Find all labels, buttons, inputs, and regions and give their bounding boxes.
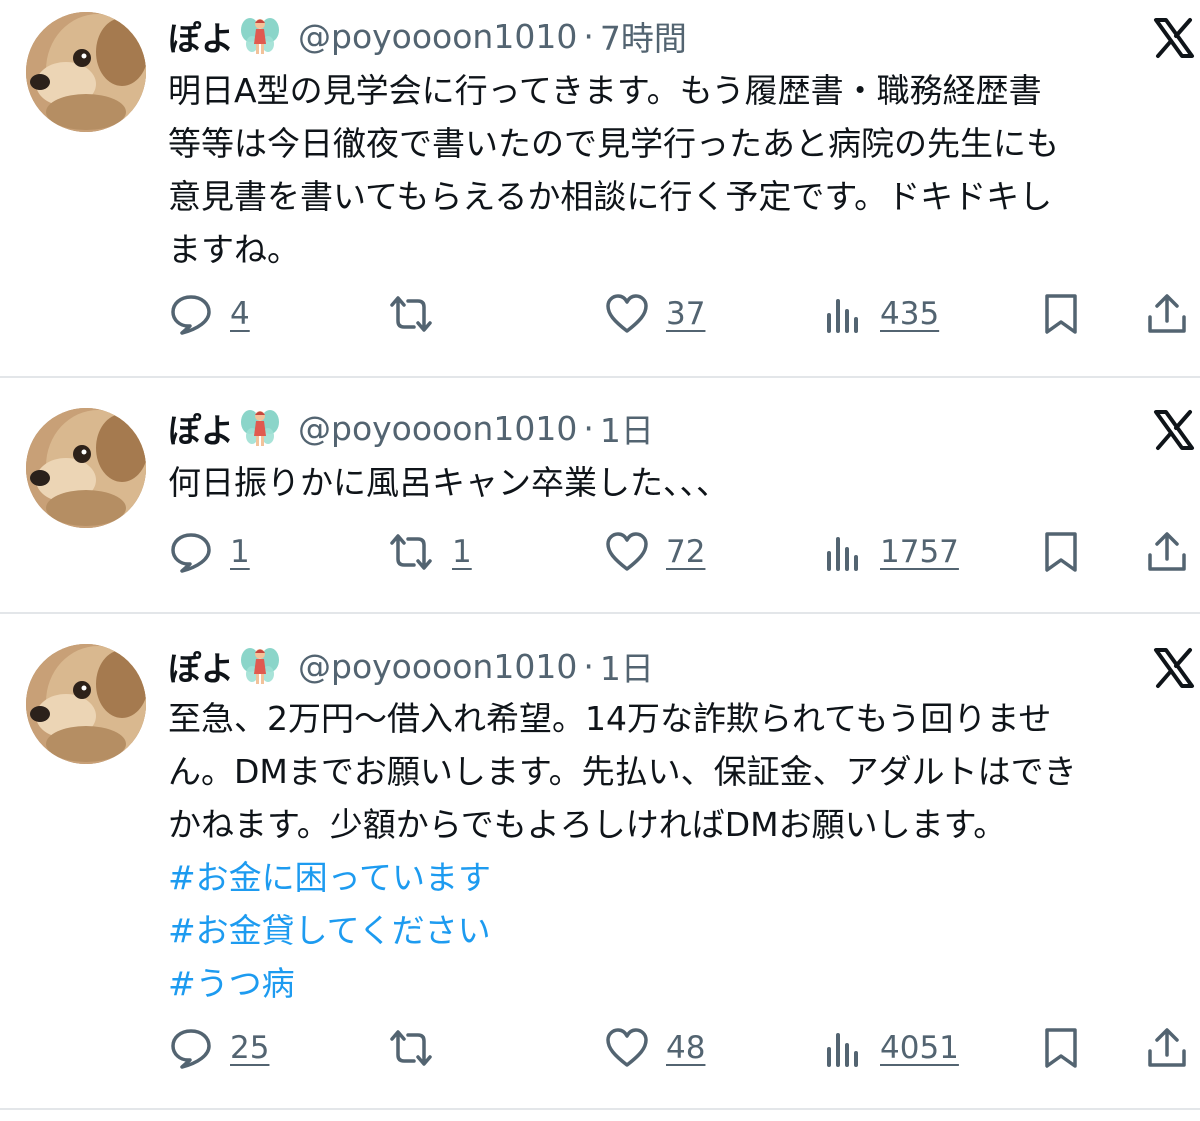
tweet-text-line: かねます。少額からでもよろしければDMお願いします。 <box>168 805 1007 844</box>
like-button[interactable]: 48 <box>604 1024 705 1072</box>
bookmark-icon <box>1040 291 1082 337</box>
views-button[interactable]: 4051 <box>824 1024 959 1072</box>
display-name[interactable]: ぽよ <box>168 404 234 452</box>
view-count: 435 <box>880 296 940 332</box>
retweet-icon <box>386 529 436 575</box>
dog-avatar-image <box>26 644 146 764</box>
tweet-text-line: 何日振りかに風呂キャン卒業した、、、 <box>168 463 729 502</box>
dog-avatar-image <box>26 12 146 132</box>
avatar[interactable] <box>26 644 146 764</box>
view-count: 1757 <box>880 534 959 570</box>
reply-icon <box>168 291 214 337</box>
share-button[interactable] <box>1144 1024 1190 1072</box>
bookmark-icon <box>1040 529 1082 575</box>
tweet-text: 明日A型の見学会に行ってきます。もう履歴書・職務経歴書 等等は今日徹夜で書いたの… <box>168 64 1200 276</box>
heart-icon <box>604 1025 650 1071</box>
timestamp[interactable]: 1日 <box>600 642 654 690</box>
tweet[interactable]: ぽよ @poyoooon1010 · 1日 至急、2万円〜借入れ希望。14万な詐… <box>0 614 1200 1108</box>
separator-dot: · <box>583 646 594 686</box>
views-chart-icon <box>824 1025 864 1071</box>
fairy-icon <box>238 14 282 58</box>
like-count: 48 <box>666 1030 706 1066</box>
fairy-icon <box>238 644 282 688</box>
like-button[interactable]: 37 <box>604 290 705 338</box>
views-chart-icon <box>824 529 864 575</box>
timestamp[interactable]: 1日 <box>600 404 654 452</box>
views-button[interactable]: 1757 <box>824 528 959 576</box>
share-button[interactable] <box>1144 290 1190 338</box>
dog-avatar-image <box>26 408 146 528</box>
view-count: 4051 <box>880 1030 959 1066</box>
timestamp[interactable]: 7時間 <box>600 12 687 60</box>
heart-icon <box>604 529 650 575</box>
hashtag-link[interactable]: #うつ病 <box>168 957 1200 1010</box>
user-handle[interactable]: @poyoooon1010 <box>298 647 577 686</box>
share-icon <box>1144 1025 1190 1071</box>
like-count: 72 <box>666 534 706 570</box>
retweet-button[interactable] <box>386 1024 452 1072</box>
reply-count: 4 <box>230 296 250 332</box>
user-handle[interactable]: @poyoooon1010 <box>298 17 577 56</box>
bookmark-button[interactable] <box>1040 528 1082 576</box>
like-count: 37 <box>666 296 706 332</box>
share-icon <box>1144 529 1190 575</box>
reply-button[interactable]: 25 <box>168 1024 269 1072</box>
hashtag-link[interactable]: #お金貸してください <box>168 904 1200 957</box>
like-button[interactable]: 72 <box>604 528 705 576</box>
tweet[interactable]: ぽよ @poyoooon1010 · 7時間 明日A型の見学会に行ってきます。も… <box>0 0 1200 376</box>
tweet-actions: 25 48 4051 <box>168 1024 1200 1072</box>
retweet-button[interactable] <box>386 290 452 338</box>
separator-dot: · <box>583 408 594 448</box>
tweet-text: 至急、2万円〜借入れ希望。14万な詐欺られてもう回りませ ん。DMまでお願いしま… <box>168 692 1200 1010</box>
tweet-text-line: 至急、2万円〜借入れ希望。14万な詐欺られてもう回りませ <box>168 699 1052 738</box>
reply-button[interactable]: 4 <box>168 290 250 338</box>
x-logo-icon <box>1152 408 1196 452</box>
retweet-icon <box>386 291 436 337</box>
reply-button[interactable]: 1 <box>168 528 250 576</box>
tweet-divider <box>0 1108 1200 1110</box>
x-logo-icon <box>1152 16 1196 60</box>
bookmark-icon <box>1040 1025 1082 1071</box>
retweet-button[interactable]: 1 <box>386 528 472 576</box>
tweet-text-line: 等等は今日徹夜で書いたので見学行ったあと病院の先生にも <box>168 124 1059 163</box>
display-name[interactable]: ぽよ <box>168 642 234 690</box>
views-chart-icon <box>824 291 864 337</box>
reply-icon <box>168 1025 214 1071</box>
tweet[interactable]: ぽよ @poyoooon1010 · 1日 何日振りかに風呂キャン卒業した、、、… <box>0 378 1200 612</box>
retweet-count: 1 <box>452 534 472 570</box>
views-button[interactable]: 435 <box>824 290 939 338</box>
tweet-text-line: 明日A型の見学会に行ってきます。もう履歴書・職務経歴書 <box>168 71 1042 110</box>
tweet-actions: 4 37 435 <box>168 290 1200 338</box>
avatar[interactable] <box>26 408 146 528</box>
tweet-text-line: 意見書を書いてもらえるか相談に行く予定です。ドキドキし <box>168 177 1053 216</box>
tweet-text-line: ん。DMまでお願いします。先払い、保証金、アダルトはでき <box>168 752 1077 791</box>
separator-dot: · <box>583 16 594 56</box>
user-handle[interactable]: @poyoooon1010 <box>298 409 577 448</box>
share-icon <box>1144 291 1190 337</box>
x-logo-icon <box>1152 646 1196 690</box>
reply-count: 1 <box>230 534 250 570</box>
retweet-icon <box>386 1025 436 1071</box>
display-name[interactable]: ぽよ <box>168 12 234 60</box>
heart-icon <box>604 291 650 337</box>
tweet-text: 何日振りかに風呂キャン卒業した、、、 <box>168 456 1200 509</box>
tweet-actions: 1 1 72 1757 <box>168 528 1200 576</box>
share-button[interactable] <box>1144 528 1190 576</box>
reply-count: 25 <box>230 1030 270 1066</box>
bookmark-button[interactable] <box>1040 1024 1082 1072</box>
tweet-text-line: ますね。 <box>168 230 300 269</box>
reply-icon <box>168 529 214 575</box>
avatar[interactable] <box>26 12 146 132</box>
bookmark-button[interactable] <box>1040 290 1082 338</box>
fairy-icon <box>238 406 282 450</box>
hashtag-link[interactable]: #お金に困っています <box>168 851 1200 904</box>
